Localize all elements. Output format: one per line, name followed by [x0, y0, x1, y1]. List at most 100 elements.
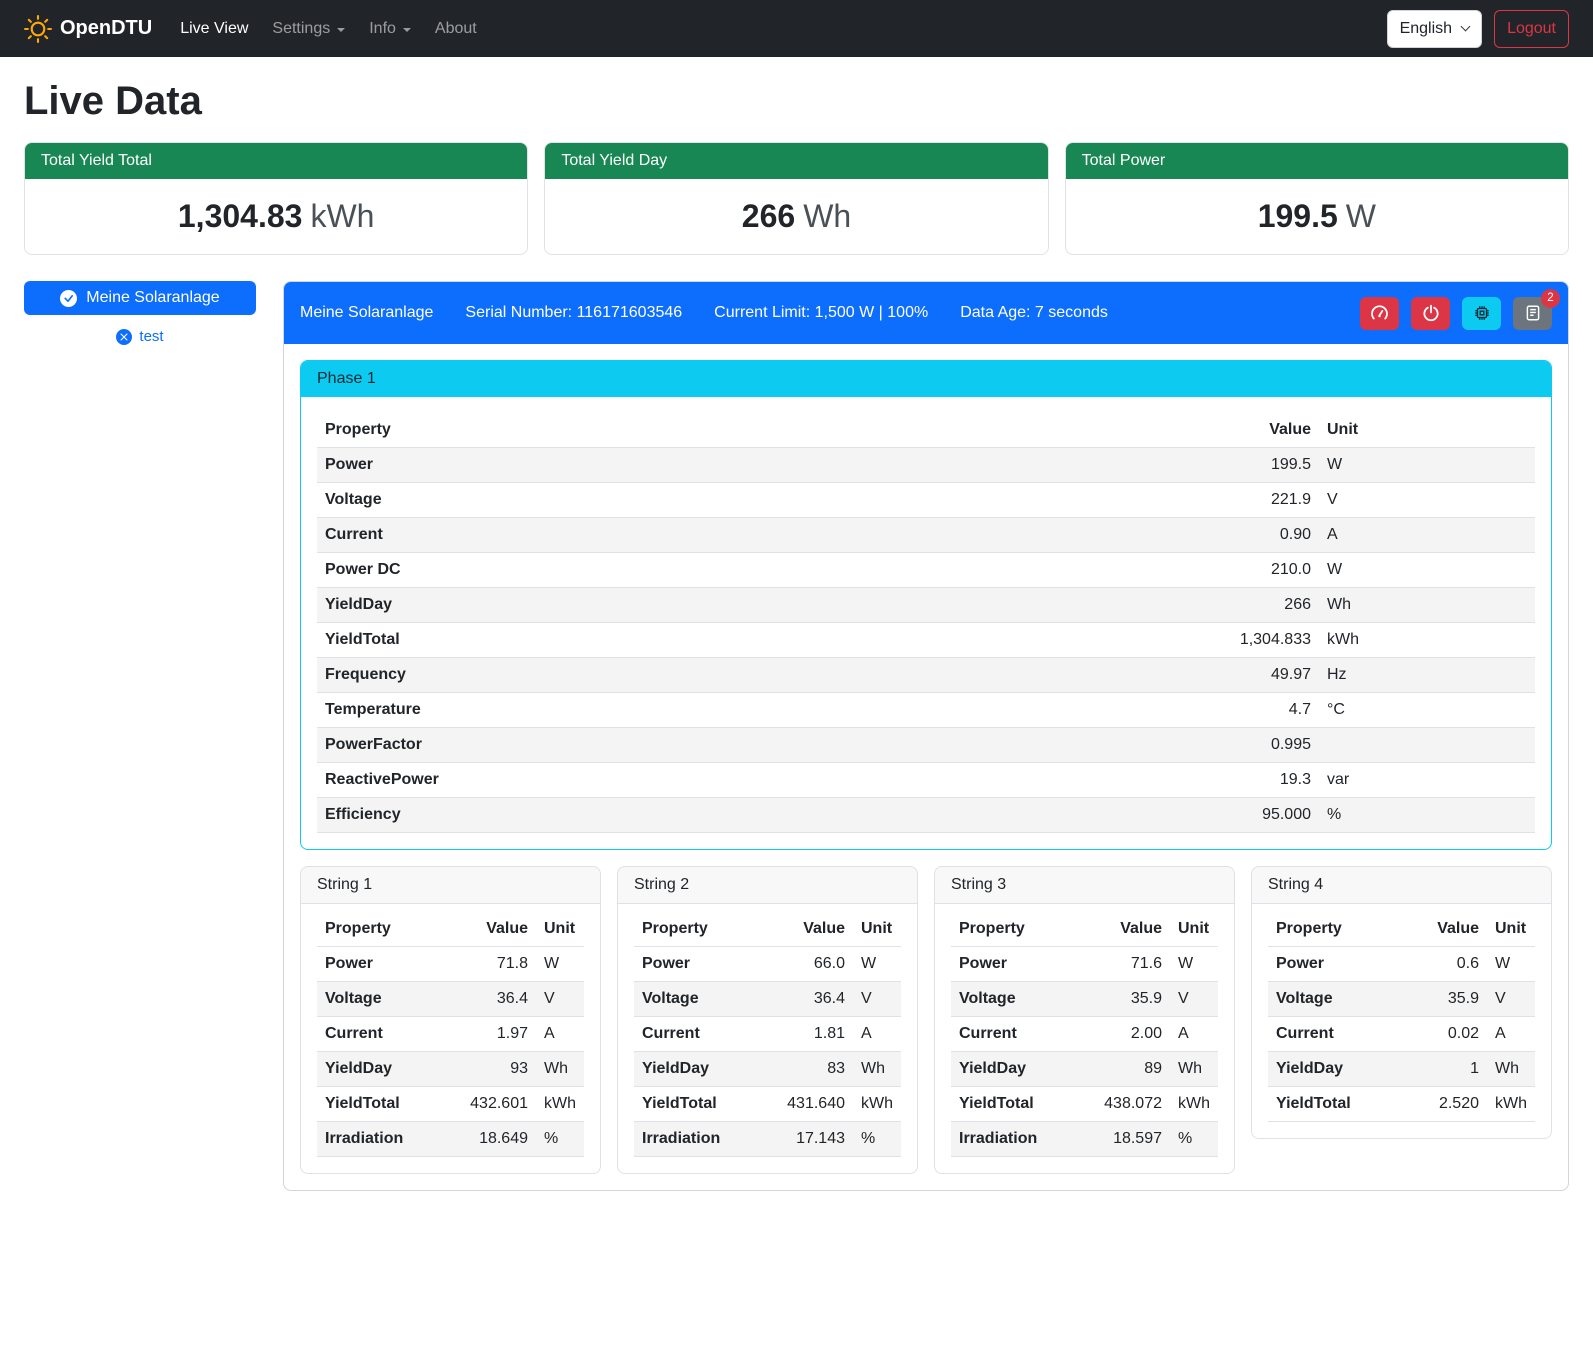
value-cell: 36.4	[440, 982, 536, 1017]
unit-cell: A	[1170, 1017, 1218, 1052]
table-row: ReactivePower19.3var	[317, 763, 1535, 798]
event-log-button[interactable]: 2	[1513, 297, 1552, 330]
table-head: Property Value Unit	[951, 912, 1218, 947]
value-cell: 1	[1402, 1052, 1487, 1087]
language-select[interactable]: English	[1387, 10, 1482, 48]
unit-cell: A	[853, 1017, 901, 1052]
sidebar-item-test[interactable]: test	[24, 328, 256, 345]
phase-title: Phase 1	[301, 361, 1551, 397]
value-cell: 71.8	[440, 947, 536, 982]
table-row: Power71.6W	[951, 947, 1218, 982]
property-cell: YieldTotal	[951, 1087, 1074, 1122]
inverter-name: Meine Solaranlage	[300, 304, 433, 322]
property-cell: Power	[317, 947, 440, 982]
card-title: Total Yield Total	[25, 143, 527, 179]
table-row: YieldDay1Wh	[1268, 1052, 1535, 1087]
unit-cell: kWh	[1170, 1087, 1218, 1122]
property-cell: Irradiation	[317, 1122, 440, 1157]
card-body: 199.5W	[1066, 179, 1568, 254]
string-title: String 2	[618, 867, 917, 904]
header-value: Value	[1074, 912, 1170, 947]
value-cell: 36.4	[757, 982, 853, 1017]
power-control-button[interactable]	[1411, 297, 1450, 330]
table-row: YieldTotal1,304.833kWh	[317, 623, 1535, 658]
property-cell: YieldDay	[317, 588, 916, 623]
value-cell: 2.00	[1074, 1017, 1170, 1052]
unit-cell: Wh	[853, 1052, 901, 1087]
logout-button[interactable]: Logout	[1494, 10, 1569, 48]
string-title: String 1	[301, 867, 600, 904]
brand-link[interactable]: OpenDTU	[24, 15, 152, 43]
table-row: YieldDay83Wh	[634, 1052, 901, 1087]
unit-cell: V	[853, 982, 901, 1017]
string-title: String 4	[1252, 867, 1551, 904]
table-row: Temperature4.7°C	[317, 693, 1535, 728]
value-cell: 19.3	[916, 763, 1319, 798]
property-cell: Voltage	[317, 982, 440, 1017]
unit-cell: kWh	[536, 1087, 584, 1122]
content-region: Meine Solaranlage test Meine Solaranlage…	[24, 281, 1569, 1191]
table-row: Voltage221.9V	[317, 483, 1535, 518]
unit-cell: kWh	[853, 1087, 901, 1122]
unit-cell: V	[1487, 982, 1535, 1017]
unit-cell: W	[1487, 947, 1535, 982]
value-cell: 1,304.833	[916, 623, 1319, 658]
header-value: Value	[440, 912, 536, 947]
card-unit: kWh	[310, 198, 374, 234]
unit-cell: V	[536, 982, 584, 1017]
inverter-data-age: Data Age: 7 seconds	[960, 304, 1108, 322]
unit-cell: Hz	[1319, 658, 1535, 693]
table-row: YieldDay89Wh	[951, 1052, 1218, 1087]
unit-cell: var	[1319, 763, 1535, 798]
property-cell: Power	[1268, 947, 1402, 982]
property-cell: YieldDay	[951, 1052, 1074, 1087]
string-body: Property Value Unit Power66.0WVoltage36.…	[618, 904, 917, 1173]
value-cell: 221.9	[916, 483, 1319, 518]
property-cell: ReactivePower	[317, 763, 916, 798]
property-cell: YieldTotal	[1268, 1087, 1402, 1122]
inverter-select-button[interactable]: Meine Solaranlage	[24, 281, 256, 315]
nav-item-info[interactable]: Info	[357, 12, 423, 46]
inverter-limit: Current Limit: 1,500 W | 100%	[714, 304, 928, 322]
header-unit: Unit	[853, 912, 901, 947]
string-3-card: String 3 Property Value Unit	[934, 866, 1235, 1174]
property-cell: Voltage	[317, 483, 916, 518]
string-2-card: String 2 Property Value Unit	[617, 866, 918, 1174]
table-row: Irradiation18.597%	[951, 1122, 1218, 1157]
inverter-panel-body: Phase 1 Property Value Unit Power199.5WV…	[284, 344, 1568, 1190]
card-value: 199.5	[1258, 198, 1338, 234]
table-header-row: Property Value Unit	[634, 912, 901, 947]
language-value: English	[1400, 20, 1452, 38]
unit-cell	[1319, 728, 1535, 763]
property-cell: Current	[1268, 1017, 1402, 1052]
value-cell: 71.6	[1074, 947, 1170, 982]
property-cell: Voltage	[951, 982, 1074, 1017]
table-body: Power199.5WVoltage221.9VCurrent0.90APowe…	[317, 448, 1535, 833]
table-row: PowerFactor0.995	[317, 728, 1535, 763]
nav-item-live-view[interactable]: Live View	[168, 12, 260, 46]
property-cell: Power	[634, 947, 757, 982]
table-body: Power66.0WVoltage36.4VCurrent1.81AYieldD…	[634, 947, 901, 1157]
device-info-button[interactable]	[1462, 297, 1501, 330]
property-cell: Voltage	[1268, 982, 1402, 1017]
value-cell: 438.072	[1074, 1087, 1170, 1122]
property-cell: YieldDay	[1268, 1052, 1402, 1087]
unit-cell: W	[853, 947, 901, 982]
string-1-card: String 1 Property Value Unit	[300, 866, 601, 1174]
card-value: 1,304.83	[178, 198, 303, 234]
table-row: Current2.00A	[951, 1017, 1218, 1052]
inverter-panel: Meine Solaranlage Serial Number: 1161716…	[283, 281, 1569, 1191]
summary-cards: Total Yield Total 1,304.83kWh Total Yiel…	[24, 142, 1569, 255]
table-row: YieldDay93Wh	[317, 1052, 584, 1087]
header-unit: Unit	[1170, 912, 1218, 947]
nav-item-about[interactable]: About	[423, 12, 489, 46]
string-body: Property Value Unit Power71.6WVoltage35.…	[935, 904, 1234, 1173]
phase-card: Phase 1 Property Value Unit Power199.5WV…	[300, 360, 1552, 850]
unit-cell: %	[853, 1122, 901, 1157]
nav-item-settings[interactable]: Settings	[260, 12, 357, 46]
value-cell: 0.90	[916, 518, 1319, 553]
brand-label: OpenDTU	[60, 17, 152, 40]
limit-settings-button[interactable]	[1360, 297, 1399, 330]
string-2-table: Property Value Unit Power66.0WVoltage36.…	[634, 912, 901, 1157]
value-cell: 1.97	[440, 1017, 536, 1052]
